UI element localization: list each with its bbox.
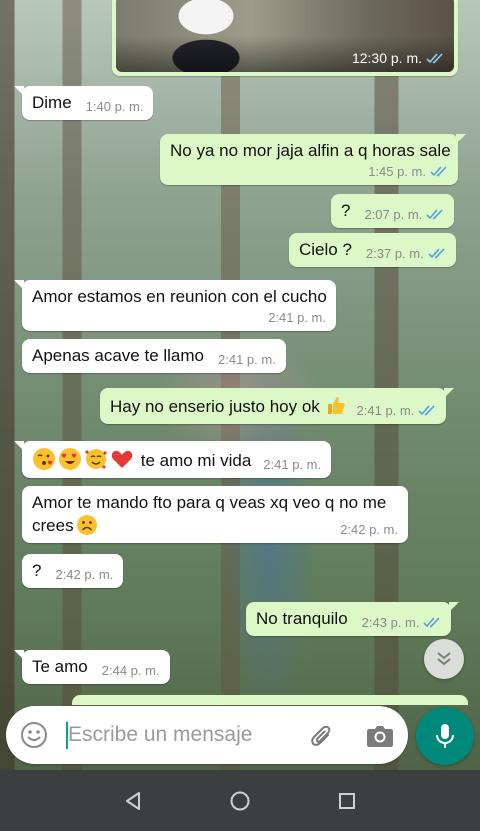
incoming-message[interactable]: Apenas acave te llamo 2:41 p. m. <box>22 339 286 373</box>
system-navigation-bar <box>0 770 480 831</box>
outgoing-message[interactable]: ? 2:07 p. m. <box>331 194 455 228</box>
heart-eyes-emoji-icon <box>58 447 82 471</box>
message-text: No ya no mor jaja alfin a q horas sale <box>170 141 451 160</box>
message-text: Te amo <box>32 657 88 676</box>
scroll-to-bottom-button[interactable] <box>424 639 464 679</box>
read-receipt-icon <box>430 166 448 177</box>
message-time: 2:41 p. m. <box>218 352 276 367</box>
kissing-heart-emoji-icon <box>32 447 56 471</box>
camera-icon <box>367 726 393 747</box>
message-time: 12:30 p. m. <box>351 50 422 66</box>
message-time: 2:42 p. m. <box>55 567 114 582</box>
incoming-message[interactable]: Amor te mando fto para q veas xq veo q n… <box>22 486 408 543</box>
message-text: No tranquilo <box>256 609 348 628</box>
message-meta: 2:07 p. m. <box>364 207 444 222</box>
outgoing-message[interactable]: Hay no enserio justo hoy ok 2:41 p. m. <box>100 388 455 424</box>
read-receipt-icon <box>426 52 444 64</box>
incoming-message[interactable]: Te amo 2:44 p. m. <box>14 650 170 684</box>
camera-button[interactable] <box>366 723 394 749</box>
image-message[interactable]: 12:30 p. m. <box>112 0 458 76</box>
outgoing-message[interactable]: No tranquilo 2:43 p. m. <box>246 602 460 636</box>
back-button[interactable] <box>113 781 153 821</box>
read-receipt-icon <box>428 248 446 259</box>
attach-button[interactable] <box>308 722 336 750</box>
message-time: 2:41 p. m. <box>268 310 326 325</box>
message-time: 1:40 p. m. <box>85 99 144 114</box>
message-text-wrap: crees <box>32 514 98 537</box>
incoming-message[interactable]: Amor estamos en reunion con el cucho 2:4… <box>14 280 336 331</box>
message-time: 1:45 p. m. <box>368 164 426 179</box>
message-time: 2:42 p. m. <box>340 522 398 537</box>
message-meta: 1:45 p. m. <box>368 164 448 179</box>
smiling-hearts-emoji-icon <box>84 447 108 471</box>
message-time: 2:43 p. m. <box>361 615 420 630</box>
read-receipt-icon <box>418 405 436 416</box>
message-text: Amor te mando fto para q veas xq veo q n… <box>32 493 387 512</box>
message-meta: 12:30 p. m. <box>352 50 444 66</box>
partial-outgoing-message <box>72 695 468 705</box>
outgoing-message[interactable]: No ya no mor jaja alfin a q horas sale 1… <box>160 134 466 185</box>
read-receipt-icon <box>423 617 441 628</box>
message-text: ? <box>32 561 42 580</box>
incoming-message[interactable]: ? 2:42 p. m. <box>22 554 124 588</box>
message-text: Dime <box>32 93 72 112</box>
message-meta: 2:43 p. m. <box>362 615 442 630</box>
message-text: Hay no enserio justo hoy ok <box>110 397 320 416</box>
message-text-wrap: Hay no enserio justo hoy ok <box>110 394 347 418</box>
double-chevron-down-icon <box>437 652 451 666</box>
message-text: Apenas acave te llamo <box>32 346 204 365</box>
emoji-button[interactable] <box>20 721 48 749</box>
home-icon <box>230 791 250 810</box>
back-icon <box>126 791 141 810</box>
message-input[interactable] <box>68 720 288 750</box>
message-time: 2:37 p. m. <box>365 246 424 261</box>
message-time: 2:44 p. m. <box>101 663 160 678</box>
home-button[interactable] <box>220 781 260 821</box>
message-text-wrap: te amo mi vida <box>32 447 251 472</box>
message-meta: 2:41 p. m. <box>357 403 437 418</box>
message-text: te amo mi vida <box>140 451 252 470</box>
message-text: Amor estamos en reunion con el cucho <box>32 287 327 306</box>
incoming-message[interactable]: Dime 1:40 p. m. <box>13 86 154 120</box>
message-time: 2:41 p. m. <box>356 403 415 418</box>
incoming-message[interactable]: te amo mi vida 2:41 p. m. <box>13 441 332 478</box>
red-heart-emoji-icon <box>110 447 134 471</box>
message-text: Cielo ? <box>299 240 352 259</box>
message-text: crees <box>32 516 74 535</box>
message-composer <box>6 706 408 764</box>
outgoing-message[interactable]: Cielo ? 2:37 p. m. <box>289 233 456 267</box>
read-receipt-icon <box>426 209 444 220</box>
message-time: 2:07 p. m. <box>364 207 423 222</box>
message-time: 2:41 p. m. <box>263 457 322 472</box>
recents-icon <box>338 792 355 809</box>
recents-button[interactable] <box>327 781 367 821</box>
microphone-icon <box>436 724 454 748</box>
voice-record-button[interactable] <box>416 707 474 765</box>
message-meta: 2:37 p. m. <box>366 246 446 261</box>
smiley-icon <box>21 722 47 748</box>
message-text: ? <box>341 201 351 220</box>
thumbs-up-icon <box>325 394 347 416</box>
frowning-face-emoji-icon <box>76 514 98 536</box>
paperclip-icon <box>311 725 331 746</box>
